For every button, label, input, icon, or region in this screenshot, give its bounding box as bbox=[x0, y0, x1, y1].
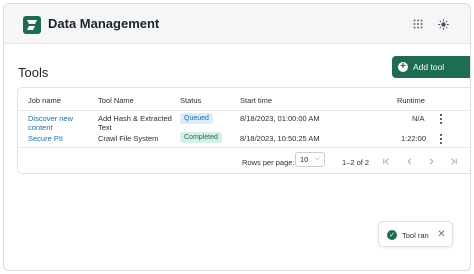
footer-divider bbox=[18, 147, 470, 148]
rows-per-page-value: 10 bbox=[300, 155, 309, 164]
start-time-cell: 8/18/2023, 10:50:25 AM bbox=[240, 134, 320, 143]
top-bar: Data Management bbox=[4, 4, 470, 44]
sun-icon bbox=[437, 18, 449, 30]
tools-table: Job name Tool Name Status Start time Run… bbox=[17, 87, 470, 174]
add-tool-label: Add tool bbox=[413, 62, 445, 72]
runtime-cell: N/A bbox=[412, 114, 425, 123]
theme-toggle-button[interactable] bbox=[434, 15, 452, 33]
add-tool-button[interactable]: + Add tool bbox=[392, 56, 470, 78]
column-header-job-name[interactable]: Job name bbox=[28, 96, 61, 105]
apps-grid-button[interactable] bbox=[409, 15, 427, 33]
status-badge: Queued bbox=[180, 113, 213, 124]
app-logo-icon bbox=[23, 16, 41, 34]
column-header-tool-name[interactable]: Tool Name bbox=[98, 96, 134, 105]
row-actions-kebab-icon[interactable] bbox=[436, 114, 446, 124]
tool-name-cell: Crawl File System bbox=[98, 134, 159, 143]
pagination-range: 1–2 of 2 bbox=[342, 158, 370, 167]
start-time-cell: 8/18/2023, 01:00:00 AM bbox=[240, 114, 320, 123]
next-page-icon[interactable] bbox=[425, 155, 437, 167]
plus-icon: + bbox=[398, 62, 408, 72]
rows-per-page-label: Rows per page: bbox=[242, 158, 295, 167]
column-header-start-time[interactable]: Start time bbox=[240, 96, 272, 105]
last-page-icon[interactable] bbox=[447, 155, 459, 167]
app-window: Data Management Tools + Add tool Job nam… bbox=[3, 3, 471, 271]
row-actions-kebab-icon[interactable] bbox=[436, 134, 446, 144]
toast-notification: ✓ Tool ran ✕ bbox=[378, 221, 453, 247]
first-page-icon[interactable] bbox=[380, 155, 392, 167]
column-header-runtime[interactable]: Runtime bbox=[397, 96, 425, 105]
rows-per-page-select[interactable]: 10 ⌵ bbox=[295, 152, 325, 167]
status-badge: Completed bbox=[180, 132, 222, 143]
tool-name-cell: Add Hash & Extracted Text bbox=[98, 114, 172, 132]
chevron-down-icon: ⌵ bbox=[314, 155, 320, 162]
grid-icon bbox=[413, 19, 423, 29]
job-name-link[interactable]: Discover new content bbox=[28, 114, 86, 132]
runtime-cell: 1:22:00 bbox=[401, 134, 427, 143]
toast-message: Tool ran bbox=[402, 231, 429, 240]
previous-page-icon[interactable] bbox=[403, 155, 415, 167]
close-icon[interactable]: ✕ bbox=[436, 229, 447, 240]
column-header-status[interactable]: Status bbox=[180, 96, 201, 105]
app-title: Data Management bbox=[48, 16, 160, 31]
page-title: Tools bbox=[18, 65, 49, 80]
header-divider bbox=[18, 110, 470, 111]
success-check-icon: ✓ bbox=[387, 230, 397, 240]
job-name-link[interactable]: Secure PII bbox=[28, 134, 63, 144]
